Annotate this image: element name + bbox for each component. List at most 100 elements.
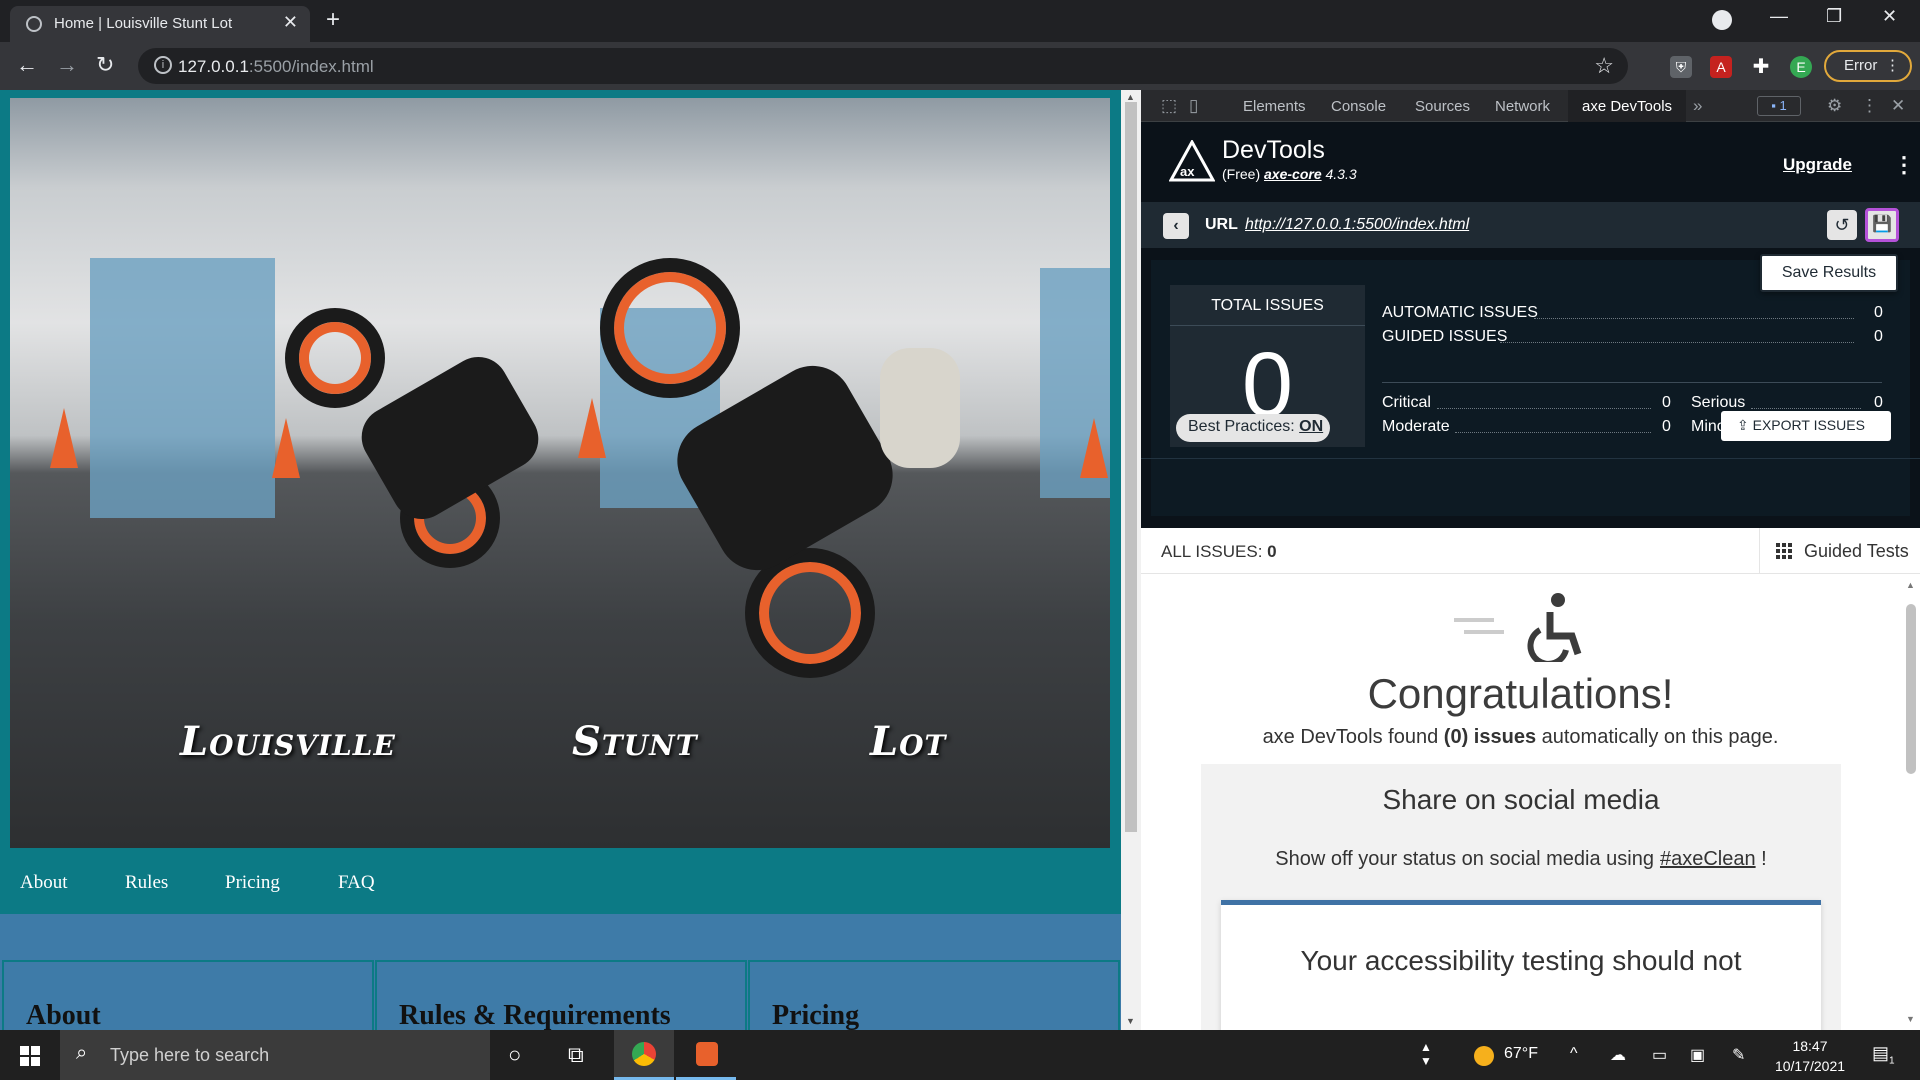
forward-button[interactable]: → <box>56 52 78 78</box>
tab-elements[interactable]: Elements <box>1243 98 1306 115</box>
dotted-leader <box>1455 432 1651 433</box>
rescan-icon[interactable]: ↺ <box>1827 210 1857 240</box>
promo-card: Your accessibility testing should not <box>1221 900 1821 1030</box>
scroll-down-icon[interactable]: ▼ <box>1126 1016 1135 1026</box>
devtools-menu-icon[interactable]: ⋮ <box>1861 96 1878 116</box>
show-hidden-icons[interactable]: ^ <box>1570 1045 1578 1063</box>
more-tabs-icon[interactable]: » <box>1693 96 1702 116</box>
automatic-issues-count: 0 <box>1874 304 1883 321</box>
moderate-count: 0 <box>1662 418 1671 435</box>
page-scrollbar[interactable]: ▲ ▼ <box>1121 90 1141 1030</box>
device-toolbar-icon[interactable]: ▯ <box>1189 96 1198 116</box>
scanned-url[interactable]: http://127.0.0.1:5500/index.html <box>1245 216 1469 234</box>
weather-sun-icon[interactable] <box>1474 1046 1494 1066</box>
nav-link-faq[interactable]: FAQ <box>338 872 375 894</box>
best-practices-toggle[interactable]: Best Practices: ON <box>1176 414 1330 442</box>
axe-menu-icon[interactable]: ⋮ <box>1893 152 1915 178</box>
issues-badge[interactable]: ▪ 1 <box>1757 96 1801 116</box>
tab-console[interactable]: Console <box>1331 98 1386 115</box>
axeclean-hashtag-link[interactable]: #axeClean <box>1660 848 1756 870</box>
upgrade-link[interactable]: Upgrade <box>1783 155 1852 175</box>
onedrive-icon[interactable]: ☁ <box>1610 1045 1626 1065</box>
pen-icon[interactable]: ✎ <box>1732 1045 1745 1065</box>
axe-logo-icon: ax <box>1169 140 1215 182</box>
nav-link-about[interactable]: About <box>20 872 68 894</box>
address-bar[interactable]: i 127.0.0.1:5500/index.html ☆ <box>138 48 1628 84</box>
section-heading: About <box>26 1000 101 1030</box>
close-tab-icon[interactable]: ✕ <box>283 12 298 33</box>
moderate-label: Moderate <box>1382 418 1450 435</box>
scroll-up-icon[interactable]: ▲ <box>1906 580 1915 590</box>
nav-link-rules[interactable]: Rules <box>125 872 168 894</box>
scroll-up-icon[interactable]: ▲ <box>1126 92 1135 102</box>
save-results-tooltip: Save Results <box>1760 254 1898 292</box>
pdf-extension-icon[interactable]: A <box>1710 56 1732 78</box>
tab-sources[interactable]: Sources <box>1415 98 1470 115</box>
export-issues-button[interactable]: ⇪ EXPORT ISSUES <box>1721 411 1891 441</box>
globe-icon <box>26 16 42 32</box>
critical-label: Critical <box>1382 394 1431 411</box>
section-card-rules: Rules & Requirements <box>375 960 747 1030</box>
promo-text: Your accessibility testing should not <box>1300 945 1742 976</box>
devtools-scrollbar[interactable]: ▲ ▼ <box>1900 574 1920 1030</box>
summary-separator <box>1141 458 1920 459</box>
taskbar-search-box[interactable]: ⌕ Type here to search <box>60 1030 490 1080</box>
address-text: 127.0.0.1:5500/index.html <box>178 57 374 76</box>
error-button[interactable]: Error ⋮ <box>1824 50 1912 82</box>
notifications-icon[interactable]: ▤1 <box>1872 1043 1895 1067</box>
temperature[interactable]: 67°F <box>1504 1045 1538 1063</box>
reload-button[interactable]: ↻ <box>96 52 114 78</box>
date: 10/17/2021 <box>1774 1058 1846 1074</box>
scroll-down-icon[interactable]: ▼ <box>1906 1014 1915 1024</box>
rider <box>880 348 960 468</box>
battery-icon[interactable]: ▭ <box>1652 1045 1667 1065</box>
chrome-taskbar-button[interactable] <box>614 1030 674 1080</box>
browser-tab[interactable]: Home | Louisville Stunt Lot ✕ <box>10 6 310 42</box>
scrollbar-thumb[interactable] <box>1906 604 1916 774</box>
tab-network[interactable]: Network <box>1495 98 1550 115</box>
settings-gear-icon[interactable]: ⚙ <box>1827 96 1842 116</box>
display-icon[interactable]: ▣ <box>1690 1045 1705 1065</box>
extension-icon[interactable]: ⛨ <box>1670 56 1692 78</box>
guided-tests-button[interactable]: Guided Tests <box>1759 528 1920 574</box>
scrollbar-thumb[interactable] <box>1125 102 1137 832</box>
serious-count: 0 <box>1874 394 1883 411</box>
critical-count: 0 <box>1662 394 1671 411</box>
site-info-icon[interactable]: i <box>154 56 172 74</box>
task-view-icon[interactable]: ⧉ <box>568 1042 584 1068</box>
scroll-tray-icon[interactable]: ▲ ▼ <box>1420 1040 1432 1068</box>
profile-avatar[interactable]: E <box>1790 56 1812 78</box>
minimize-button[interactable]: — <box>1770 6 1788 27</box>
save-results-button[interactable]: 💾 <box>1865 208 1899 242</box>
back-button[interactable]: ← <box>16 52 38 78</box>
cortana-icon[interactable]: ○ <box>508 1042 521 1068</box>
new-tab-button[interactable]: + <box>326 6 340 34</box>
section-card-about: About <box>2 960 374 1030</box>
close-window-button[interactable]: ✕ <box>1882 6 1897 27</box>
tab-axe-devtools[interactable]: axe DevTools <box>1568 90 1687 122</box>
hero-title-word: Stunt <box>572 718 698 765</box>
bookmark-star-icon[interactable]: ☆ <box>1594 53 1614 79</box>
guided-tests-label: Guided Tests <box>1804 541 1909 561</box>
dotted-leader <box>1534 318 1854 319</box>
back-arrow-icon[interactable]: ‹ <box>1163 213 1189 239</box>
windows-start-icon[interactable] <box>20 1046 40 1066</box>
dotted-leader <box>1500 342 1854 343</box>
section-heading: Pricing <box>772 1000 860 1030</box>
app-taskbar-button[interactable] <box>676 1030 736 1080</box>
tab-search-icon[interactable] <box>1712 10 1732 30</box>
close-devtools-icon[interactable]: ✕ <box>1891 96 1905 116</box>
restore-button[interactable]: ❐ <box>1826 6 1842 27</box>
nav-link-pricing[interactable]: Pricing <box>225 872 280 894</box>
taskbar: ⌕ Type here to search ○ ⧉ ▲ ▼ 67°F ^ ☁ ▭ … <box>0 1030 1920 1080</box>
axe-core-link[interactable]: axe-core <box>1264 166 1322 182</box>
puzzle-icon[interactable]: ✚ <box>1750 56 1772 78</box>
search-placeholder: Type here to search <box>110 1045 270 1065</box>
clock[interactable]: 18:47 10/17/2021 <box>1765 1036 1855 1076</box>
motorcycle-wheel <box>600 258 740 398</box>
traffic-cone <box>272 418 300 478</box>
inspect-element-icon[interactable]: ⬚ <box>1161 96 1177 116</box>
motorcycle-wheel <box>285 308 385 408</box>
search-icon: ⌕ <box>76 1042 88 1064</box>
axe-url-bar: ‹ URL http://127.0.0.1:5500/index.html ↺… <box>1141 202 1920 248</box>
